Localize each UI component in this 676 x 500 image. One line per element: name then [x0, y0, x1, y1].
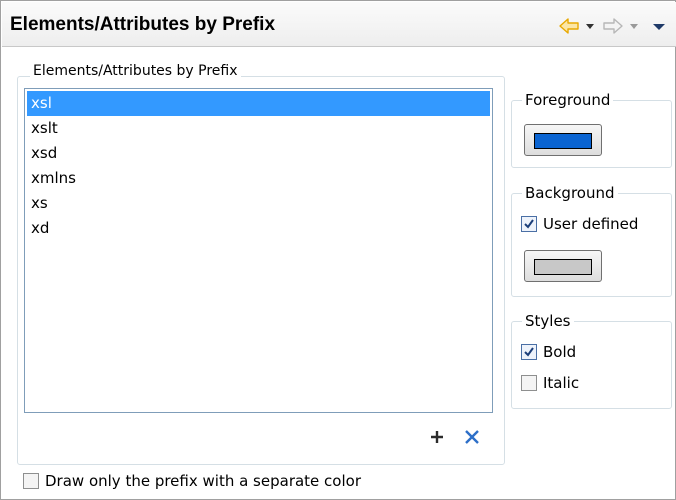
user-defined-checkbox-row[interactable]: User defined [521, 214, 638, 234]
italic-checkbox-row[interactable]: Italic [521, 373, 579, 393]
background-swatch [534, 259, 592, 275]
view-menu-icon[interactable] [652, 16, 666, 36]
separate-color-label: Draw only the prefix with a separate col… [45, 472, 361, 490]
list-item[interactable]: xd [27, 216, 490, 241]
add-icon[interactable] [428, 428, 446, 446]
styles-label: Styles [522, 312, 574, 330]
back-arrow-icon[interactable] [558, 16, 580, 36]
prefix-list[interactable]: xsl xslt xsd xmlns xs xd [24, 88, 493, 413]
list-item[interactable]: xslt [27, 116, 490, 141]
page-title: Elements/Attributes by Prefix [10, 14, 276, 35]
panel-header: Elements/Attributes by Prefix [2, 2, 676, 47]
foreground-swatch [534, 133, 592, 149]
italic-label: Italic [543, 374, 580, 392]
bold-checkbox[interactable] [521, 344, 537, 360]
separate-color-checkbox[interactable] [23, 473, 39, 489]
back-dropdown-icon[interactable] [584, 16, 596, 36]
foreground-label: Foreground [522, 91, 614, 109]
background-label: Background [522, 184, 618, 202]
list-item[interactable]: xs [27, 191, 490, 216]
delete-icon[interactable] [463, 428, 481, 446]
italic-checkbox[interactable] [521, 375, 537, 391]
forward-dropdown-icon[interactable] [628, 16, 640, 36]
forward-arrow-icon[interactable] [602, 16, 624, 36]
preferences-panel: Elements/Attributes by Prefix Elements/A… [0, 0, 676, 500]
checkmark-icon [524, 219, 534, 229]
user-defined-checkbox[interactable] [521, 216, 537, 232]
checkmark-icon [524, 347, 534, 357]
separate-color-checkbox-row[interactable]: Draw only the prefix with a separate col… [23, 471, 361, 491]
background-color-button[interactable] [524, 250, 602, 282]
bold-label: Bold [543, 343, 577, 361]
user-defined-label: User defined [543, 215, 639, 233]
list-item[interactable]: xsl [27, 91, 490, 116]
list-item[interactable]: xmlns [27, 166, 490, 191]
styles-group [511, 321, 672, 409]
foreground-color-button[interactable] [524, 124, 602, 156]
prefix-group-label: Elements/Attributes by Prefix [30, 63, 241, 79]
list-item[interactable]: xsd [27, 141, 490, 166]
bold-checkbox-row[interactable]: Bold [521, 342, 576, 362]
